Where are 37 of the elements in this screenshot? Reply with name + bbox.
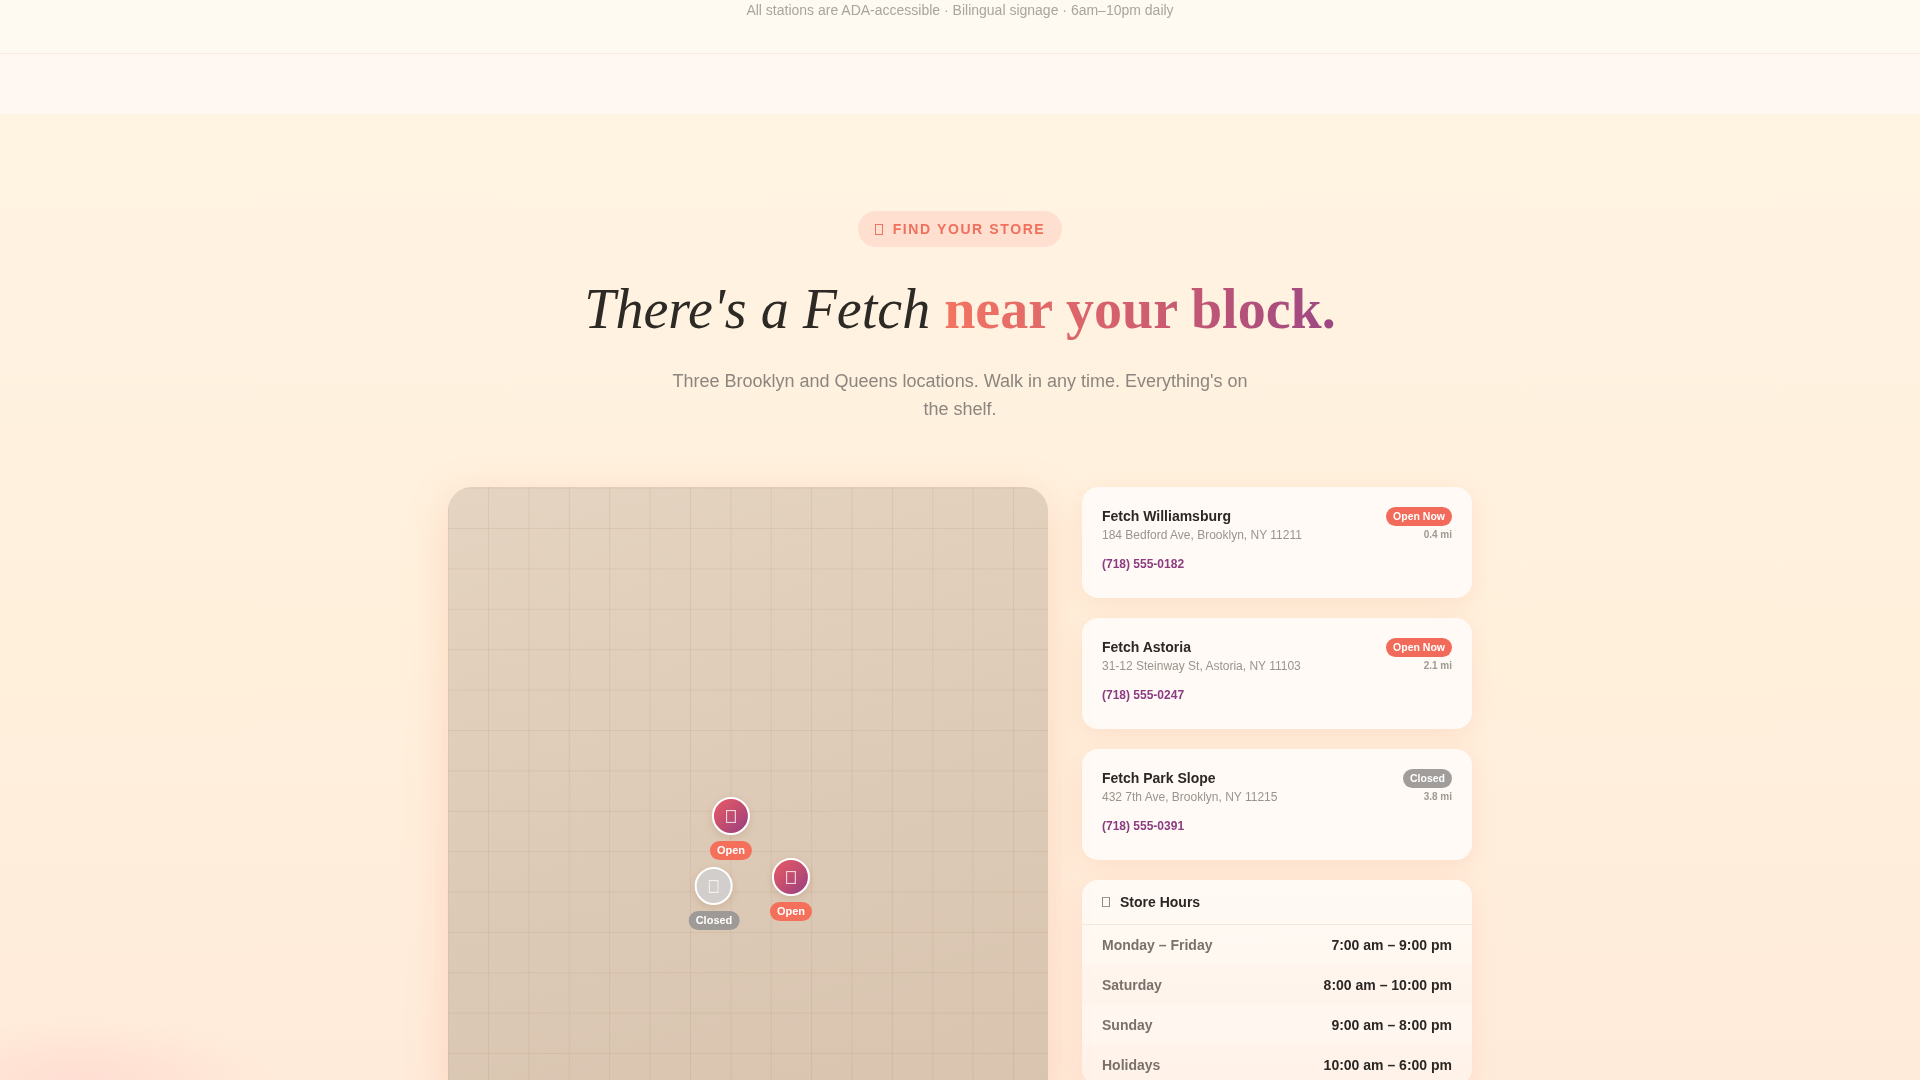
phone-link[interactable]: (718) 555-0247 <box>1102 687 1185 703</box>
phone-link[interactable]: (718) 555-0182 <box>1102 556 1185 572</box>
hours-days: Saturday <box>1102 976 1162 994</box>
hours-time: 9:00 am – 8:00 pm <box>1331 1016 1452 1034</box>
store-card[interactable]: Fetch Astoria 31-12 Steinway St, Astoria, NY 11103 Open Now 2.1 mi (718) 555-0247 <box>1082 618 1472 729</box>
hours-time: 8:00 am – 10:00 pm <box>1323 976 1452 994</box>
hours-title: Store Hours <box>1120 893 1201 911</box>
phone-link[interactable]: (718) 555-0391 <box>1102 818 1185 834</box>
pin-label: Open <box>769 902 813 921</box>
store-address: 184 Bedford Ave, Brooklyn, NY 11211 <box>1102 528 1302 543</box>
status-badge: Open Now <box>1386 507 1452 526</box>
store-address: 432 7th Ave, Brooklyn, NY 11215 <box>1102 790 1278 805</box>
status-badge: Open Now <box>1386 638 1452 657</box>
eyebrow-text: FIND YOUR STORE <box>892 220 1046 238</box>
hours-time: 7:00 am – 9:00 pm <box>1331 936 1452 954</box>
store-card[interactable]: Fetch Williamsburg 184 Bedford Ave, Brooklyn, NY 11211 Open Now 0.4 mi (718) 555-0182 <box>1082 487 1472 598</box>
pin-label: Open <box>709 841 753 860</box>
store-address: 31-12 Steinway St, Astoria, NY 11103 <box>1102 659 1301 674</box>
hours-days: Monday – Friday <box>1102 936 1213 954</box>
map-pin[interactable] <box>772 858 810 896</box>
distance-text: 3.8 mi <box>1423 791 1452 803</box>
page-heading: There's a Fetch near your block. <box>584 277 1336 342</box>
hero-subtitle: Three Brooklyn and Queens locations. Walk in any time. Everything's on the shelf. <box>671 370 1249 421</box>
store-card[interactable]: Fetch Park Slope 432 7th Ave, Brooklyn, NY 11215 Closed 3.8 mi (718) 555-0391 <box>1082 749 1472 860</box>
store-name: Fetch Williamsburg <box>1102 507 1232 526</box>
store-name: Fetch Park Slope <box>1102 769 1217 788</box>
notice-text: All stations are ADA-accessible · Bilingual signage · 6am–10pm daily <box>746 1 1174 20</box>
store-name: Fetch Astoria <box>1102 638 1192 657</box>
distance-text: 2.1 mi <box>1423 660 1452 672</box>
map-pin[interactable] <box>712 797 750 835</box>
rectangle-icon <box>874 223 883 235</box>
distance-text: 0.4 mi <box>1423 529 1452 541</box>
status-badge: Closed <box>1403 769 1452 788</box>
hours-days: Holidays <box>1102 1056 1161 1074</box>
hours-days: Sunday <box>1102 1016 1153 1034</box>
hours-time: 10:00 am – 6:00 pm <box>1323 1056 1452 1074</box>
pin-label: Closed <box>688 911 740 930</box>
